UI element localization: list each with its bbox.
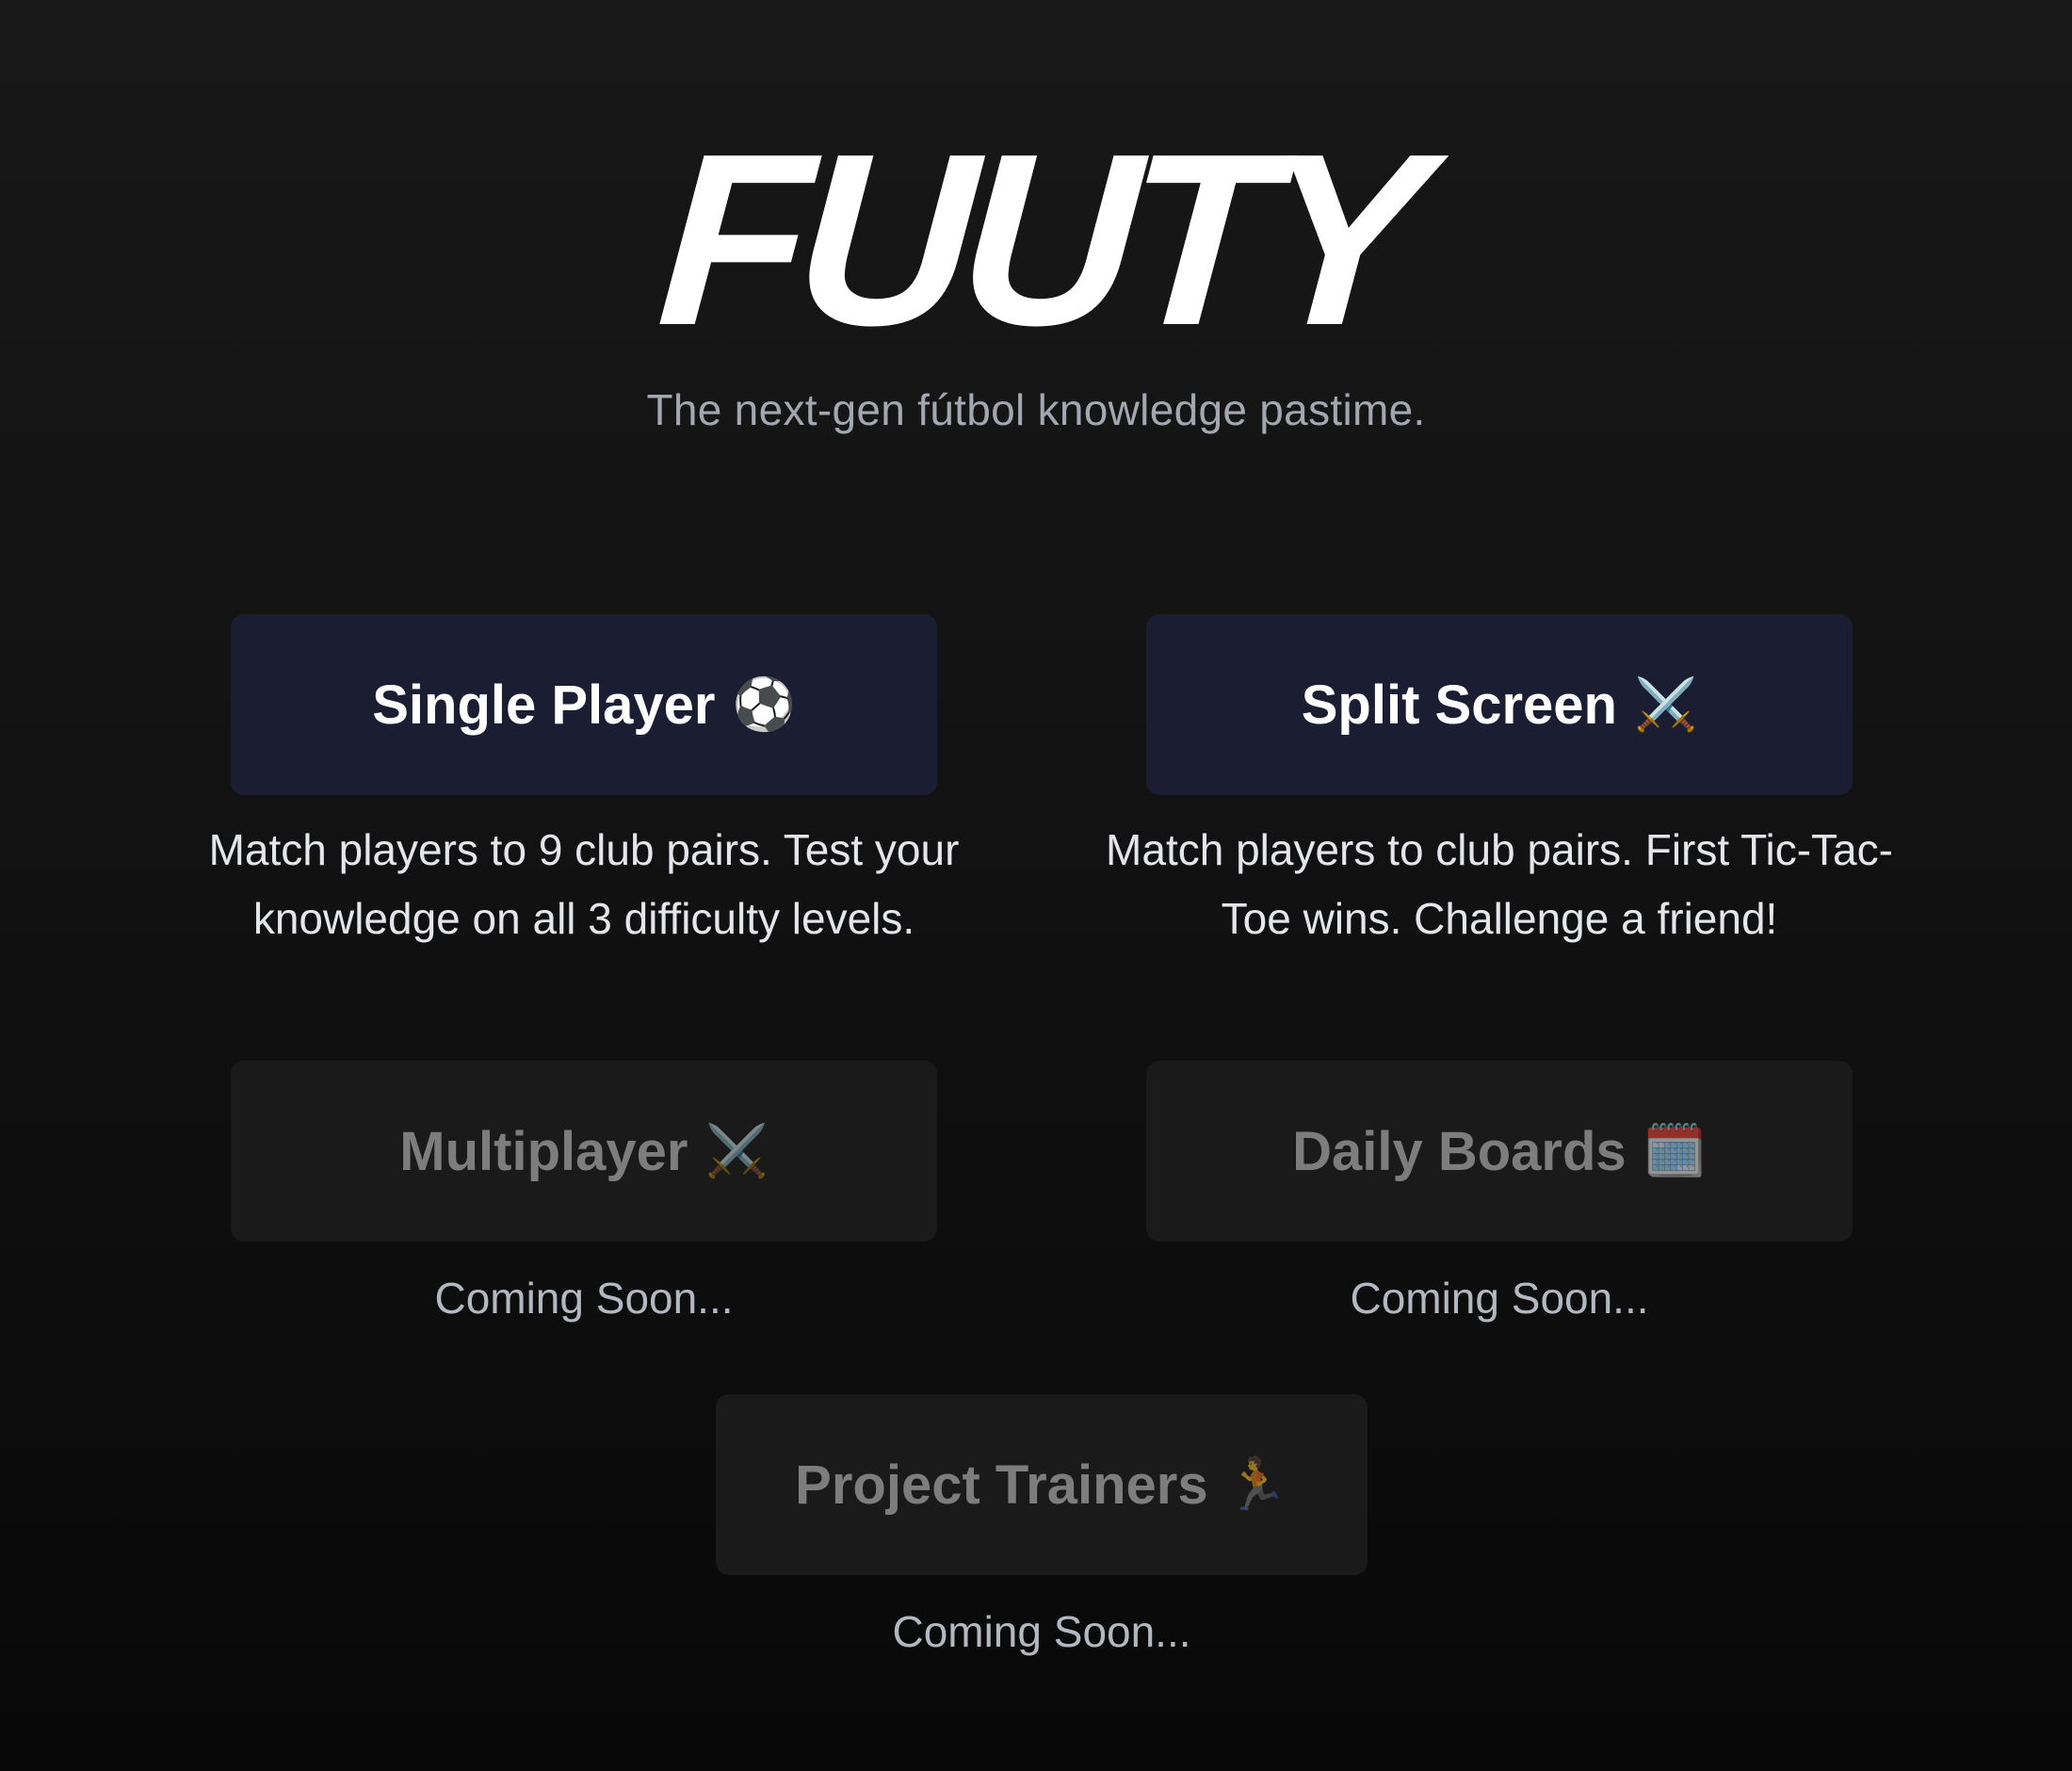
single-player-button[interactable]: Single Player ⚽ [231,614,937,795]
runner-icon: 🏃 [1224,1456,1288,1513]
soccer-ball-icon: ⚽ [732,676,796,733]
split-screen-label: Split Screen [1301,674,1617,736]
project-trainers-label: Project Trainers [795,1454,1208,1516]
header: FUUTY The next-gen fútbol knowledge past… [0,104,2072,435]
project-trainers-button[interactable]: Project Trainers 🏃 [716,1394,1368,1575]
daily-boards-label: Daily Boards [1292,1120,1627,1182]
daily-boards-button[interactable]: Daily Boards 🗓️ [1146,1061,1853,1242]
daily-boards-coming-soon: Coming Soon... [1350,1274,1649,1323]
multiplayer-coming-soon: Coming Soon... [434,1274,734,1323]
app-logo: FUUTY [651,104,1421,377]
project-trainers-coming-soon: Coming Soon... [892,1607,1191,1656]
mode-multiplayer: Multiplayer ⚔️ Coming Soon... [231,1061,937,1333]
mode-single-player: Single Player ⚽ Match players to 9 club … [209,614,959,953]
mode-daily-boards: Daily Boards 🗓️ Coming Soon... [1146,1061,1853,1333]
mode-project-trainers: Project Trainers 🏃 Coming Soon... [716,1394,1368,1666]
multiplayer-label: Multiplayer [399,1120,688,1182]
single-player-description: Match players to 9 club pairs. Test your… [208,825,960,943]
multiplayer-button[interactable]: Multiplayer ⚔️ [231,1061,937,1242]
crossed-swords-icon: ⚔️ [1633,676,1698,733]
split-screen-button[interactable]: Split Screen ⚔️ [1146,614,1853,795]
mode-split-screen: Split Screen ⚔️ Match players to club pa… [1106,614,1893,953]
single-player-label: Single Player [372,674,716,736]
crossed-swords-icon: ⚔️ [704,1123,769,1179]
spiral-calendar-icon: 🗓️ [1643,1123,1707,1179]
tagline: The next-gen fútbol knowledge pastime. [646,385,1426,434]
split-screen-description: Match players to club pairs. First Tic-T… [1106,825,1893,943]
